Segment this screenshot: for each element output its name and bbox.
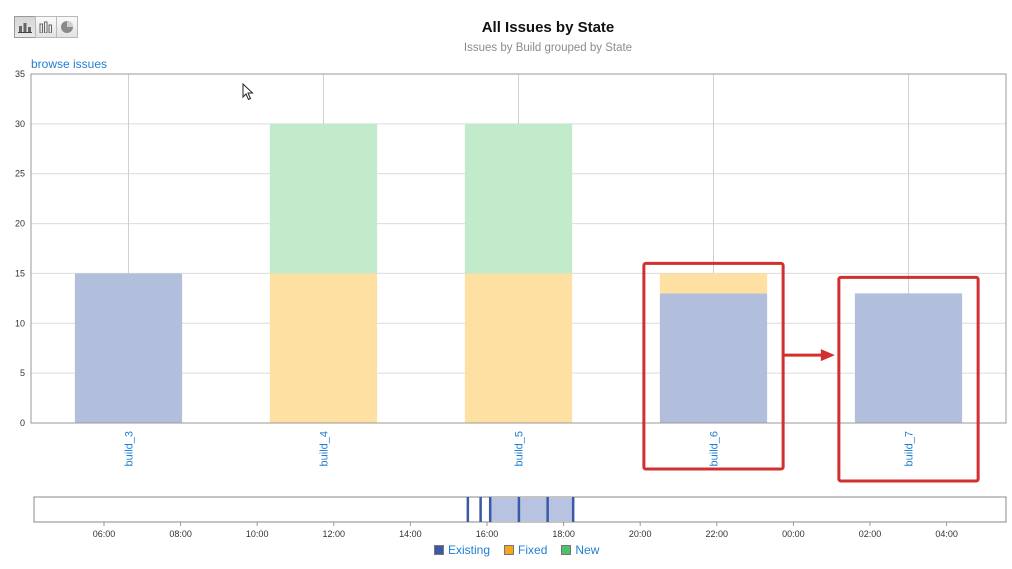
x-tick-label-build_3[interactable]: build_3 [124,431,136,466]
legend-item-fixed[interactable]: Fixed [504,543,547,557]
legend-label-existing: Existing [448,543,491,557]
navigator-selected-range[interactable] [490,498,574,521]
navigator-time-label: 02:00 [859,529,882,539]
navigator-time-label: 14:00 [399,529,422,539]
x-tick-label-build_6[interactable]: build_6 [709,431,721,466]
y-tick-label: 25 [15,169,25,179]
bar-existing-build_6[interactable] [659,293,768,423]
y-tick-label: 30 [15,119,25,129]
x-tick-label-build_5[interactable]: build_5 [514,431,526,466]
y-tick-label: 15 [15,268,25,278]
legend: Existing Fixed New [434,543,613,557]
y-tick-label: 0 [20,418,25,428]
stacked-bar-chart: 05101520253035 build_3 build_4 build_5 buil… [15,69,1007,539]
navigator-time-label: 22:00 [706,529,729,539]
bar-existing-build_7[interactable] [854,293,963,423]
legend-label-new: New [575,543,600,557]
y-tick-label: 5 [20,368,25,378]
navigator-time-label: 08:00 [169,529,192,539]
bar-new-build_4[interactable] [269,123,378,274]
new-swatch [561,545,572,555]
navigator-time-label: 10:00 [246,529,269,539]
y-tick-label: 35 [15,69,25,79]
bar-new-build_5[interactable] [464,123,573,274]
navigator-time-label: 12:00 [323,529,346,539]
bar-fixed-build_4[interactable] [269,273,378,423]
y-axis-ticks: 0 5 10 15 20 25 30 35 [15,69,25,428]
x-tick-label-build_4[interactable]: build_4 [319,431,331,466]
existing-swatch [434,545,444,555]
navigator-time-label: 20:00 [629,529,652,539]
x-axis-ticks: build_3 build_4 build_5 build_6 build_7 [124,431,916,466]
navigator-time-label: 18:00 [552,529,575,539]
navigator-time-label: 04:00 [935,529,958,539]
x-tick-label-build_7[interactable]: build_7 [904,431,916,466]
time-navigator[interactable]: 06:00 08:00 10:00 12:00 14:00 16:00 18:00 20:00… [33,496,1007,539]
mouse-cursor-icon [242,83,254,101]
legend-item-new[interactable]: New [561,543,599,557]
y-tick-label: 20 [15,219,25,229]
annotation-arrow-head [820,349,835,362]
bar-fixed-build_6[interactable] [659,273,768,294]
legend-item-existing[interactable]: Existing [434,543,490,557]
navigator-time-label: 16:00 [476,529,499,539]
navigator-time-label: 06:00 [93,529,116,539]
y-tick-label: 10 [15,318,25,328]
bar-fixed-build_5[interactable] [464,273,573,423]
bar-existing-build_3[interactable] [74,273,183,423]
legend-label-fixed: Fixed [518,543,548,557]
fixed-swatch [504,545,515,555]
navigator-time-label: 00:00 [782,529,805,539]
